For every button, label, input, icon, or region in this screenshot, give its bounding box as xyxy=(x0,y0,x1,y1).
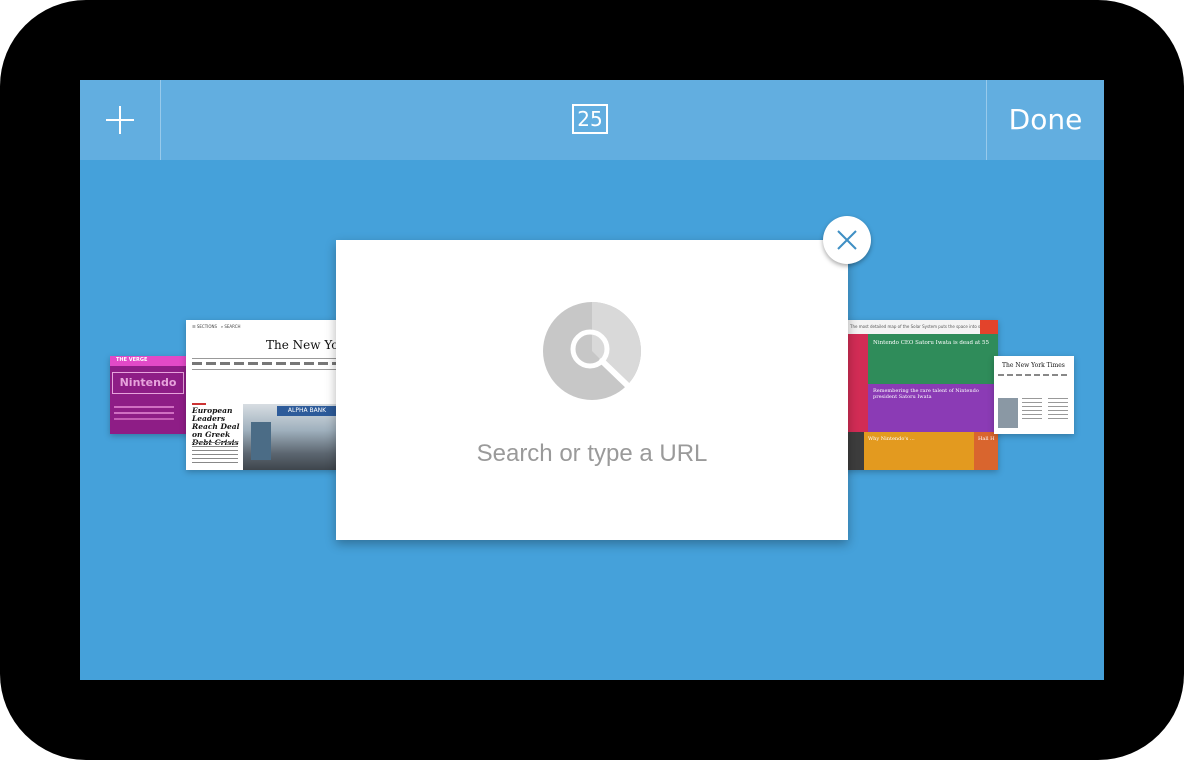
nyt-masthead: The New York Times xyxy=(266,338,338,352)
tile-headline: Remembering the rare talent of Nintendo … xyxy=(873,388,979,400)
kicker xyxy=(192,403,206,405)
tab-switcher-screen: 25 Done THE VERGE Nintendo ☰ SECTIONS ⌕ … xyxy=(80,80,1104,680)
verge-badge: THE VERGE xyxy=(116,357,148,363)
close-icon xyxy=(837,230,857,250)
tab-thumbnail-nytimes[interactable]: ☰ SECTIONS ⌕ SEARCH The New York Times E… xyxy=(186,320,338,470)
tab-thumbnail-mosaic[interactable]: The most detailed map of the Solar Syste… xyxy=(844,320,998,470)
nyt-nav xyxy=(192,362,338,365)
photo-door xyxy=(251,422,271,460)
tile-headline: Hall H xyxy=(978,436,995,442)
article-lines xyxy=(114,406,174,408)
search-icon xyxy=(543,302,641,400)
tab-thumbnail-verge[interactable]: THE VERGE Nintendo xyxy=(110,356,190,434)
divider xyxy=(192,369,338,370)
thumbnail-url-bar: The most detailed map of the Solar Syste… xyxy=(844,320,998,334)
done-button[interactable]: Done xyxy=(987,80,1104,160)
nyt-masthead: The New York Times xyxy=(1002,362,1065,369)
close-tab-button[interactable] xyxy=(823,216,871,264)
tile-headline: Nintendo CEO Satoru Iwata is dead at 55 xyxy=(873,340,989,346)
tab-toolbar: 25 Done xyxy=(80,80,1104,160)
search-placeholder[interactable]: Search or type a URL xyxy=(336,440,848,468)
new-tab-button[interactable] xyxy=(80,80,160,160)
divider xyxy=(192,358,338,359)
nyt-nav xyxy=(998,374,1070,376)
verge-header: THE VERGE xyxy=(110,356,190,366)
plus-icon xyxy=(106,106,134,134)
tab-count-badge[interactable]: 25 xyxy=(572,104,608,134)
new-tab-card[interactable]: Search or type a URL xyxy=(336,240,848,540)
news-photo: ALPHA BANK xyxy=(243,404,338,470)
article-lines xyxy=(192,442,238,443)
device-frame: 25 Done THE VERGE Nintendo ☰ SECTIONS ⌕ … xyxy=(0,0,1184,760)
nyt-headline: European Leaders Reach Deal on Greek Deb… xyxy=(192,406,240,447)
nyt-section-bar: ☰ SECTIONS ⌕ SEARCH xyxy=(192,324,241,329)
news-photo xyxy=(998,398,1018,428)
toolbar-divider-left xyxy=(160,80,161,160)
article-lines xyxy=(1022,398,1042,399)
nintendo-logo: Nintendo xyxy=(112,372,184,394)
thumbnail-red-block xyxy=(980,320,998,334)
tile-headline: Why Nintendo's ... xyxy=(868,436,915,442)
tab-thumbnail-nytimes-2[interactable]: The New York Times xyxy=(994,356,1074,434)
photo-sign: ALPHA BANK xyxy=(277,406,337,416)
article-lines xyxy=(1048,398,1068,399)
thumbnail-url-text: The most detailed map of the Solar Syste… xyxy=(850,324,990,329)
